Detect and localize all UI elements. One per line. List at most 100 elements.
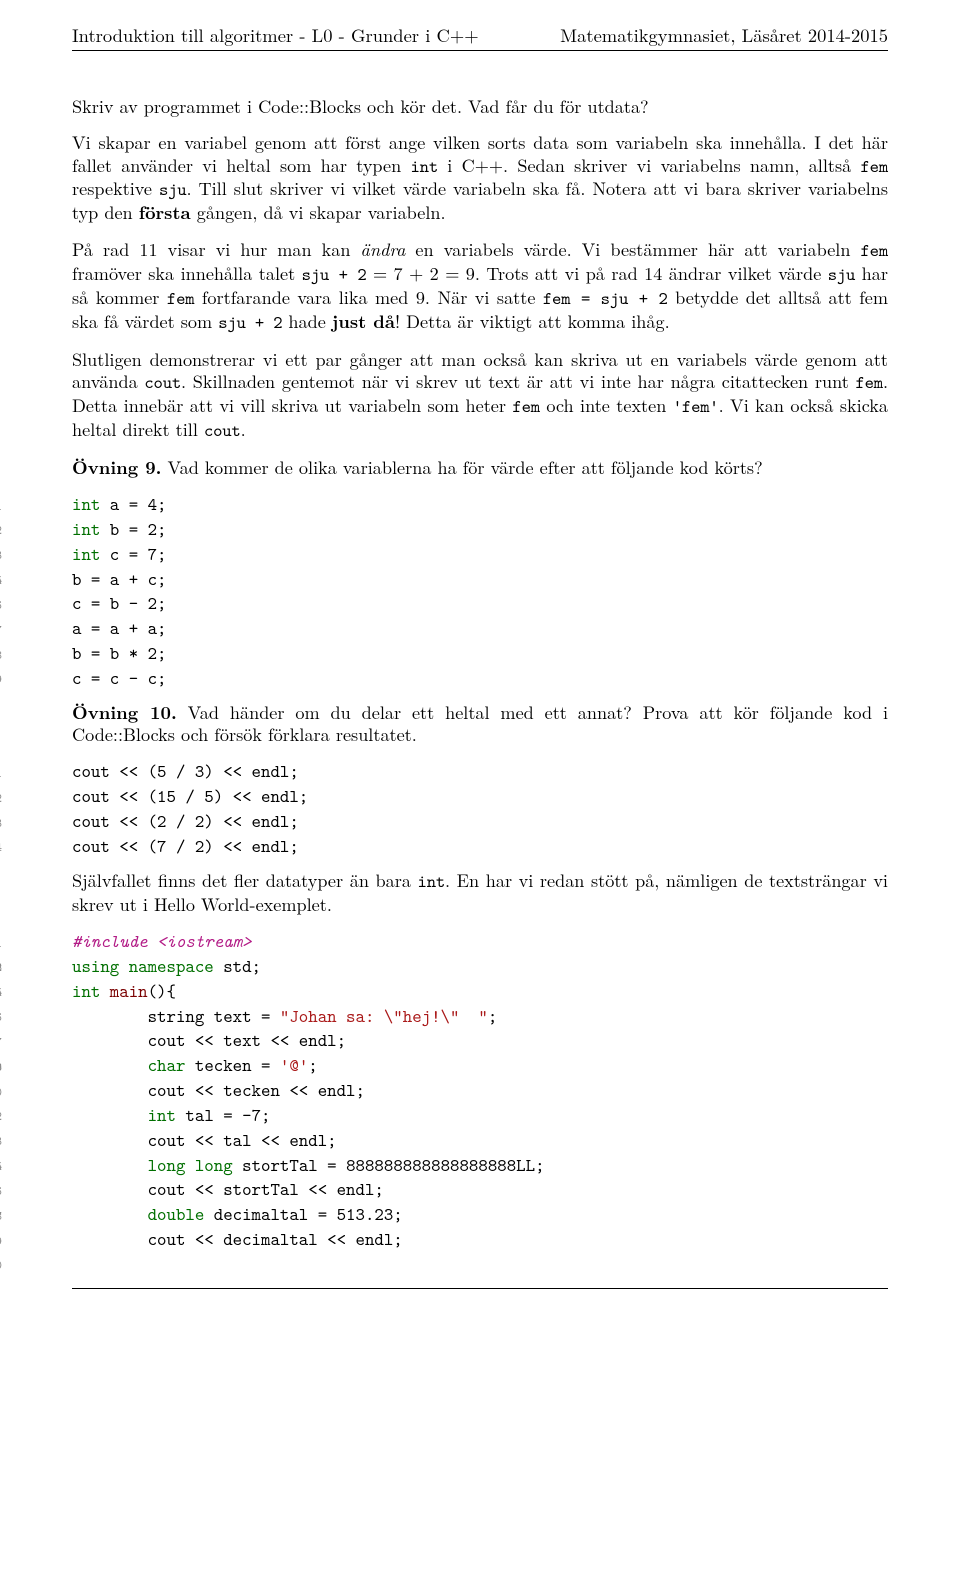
- code-block-2: 1cout << (5 / 3) << endl; 2cout << (15 /…: [12, 759, 888, 858]
- line-number: 3: [0, 809, 2, 831]
- line-number: 1: [0, 759, 2, 781]
- line-number: 6: [0, 1004, 2, 1026]
- code-text: std;: [214, 954, 261, 979]
- line-number: 16: [0, 1177, 2, 1199]
- text-italic: ändra: [361, 237, 406, 262]
- footer-rule: [72, 1288, 888, 1289]
- inline-code: fem: [167, 286, 194, 310]
- line-number: 5: [0, 979, 2, 1001]
- keyword: char: [148, 1053, 186, 1078]
- code-line: c = c - c;: [72, 666, 167, 691]
- line-number: 9: [0, 1053, 2, 1075]
- text: Självfallet finns det fler datatyper än …: [72, 867, 418, 893]
- text: och inte texten: [540, 392, 673, 418]
- text: .: [241, 416, 246, 442]
- page-body: Introduktion till algoritmer - L0 - Grun…: [72, 0, 888, 1337]
- line-number: 2: [0, 517, 2, 539]
- string-literal: "Johan sa: \"hej!\" ": [280, 1004, 488, 1029]
- code-line: cout << tal << endl;: [72, 1128, 337, 1153]
- text: en variabels värde. Vi bestämmer här att…: [405, 236, 860, 262]
- line-number: 9: [0, 666, 2, 688]
- indent: [72, 1153, 148, 1178]
- identifier: main: [100, 979, 147, 1004]
- code-line: b = a + c;: [72, 567, 167, 592]
- inline-code: int: [411, 154, 438, 178]
- code-line: cout << stortTal << endl;: [72, 1177, 384, 1202]
- indent: [72, 1053, 148, 1078]
- inline-code: sju: [828, 262, 855, 286]
- text: hade: [282, 308, 332, 334]
- text: . Skillnaden gentemot när vi skrev ut te…: [181, 368, 855, 394]
- line-number: 12: [0, 1103, 2, 1125]
- inline-code: cout: [204, 418, 241, 442]
- line-number: 8: [0, 641, 2, 663]
- indent: [72, 1202, 148, 1227]
- keyword: double: [148, 1202, 205, 1227]
- code-text: ;: [308, 1053, 317, 1078]
- line-number: 6: [0, 591, 2, 613]
- line-number: 3: [0, 542, 2, 564]
- line-number: 1: [0, 492, 2, 514]
- inline-code: cout: [144, 370, 181, 394]
- inline-code: sju + 2: [218, 310, 282, 334]
- text: = 7 + 2 = 9. Trots att vi på rad 14 ändr…: [367, 260, 828, 286]
- line-number: 18: [0, 1202, 2, 1224]
- line-number: 15: [0, 1153, 2, 1175]
- keyword: long long: [148, 1153, 233, 1178]
- inline-code: fem: [855, 370, 882, 394]
- code-text: stortTal = 888888888888888888LL;: [233, 1153, 545, 1178]
- line-number: 20: [0, 1252, 2, 1274]
- paragraph-5: Självfallet finns det fler datatyper än …: [72, 869, 888, 915]
- code-text: string text =: [72, 1004, 280, 1029]
- line-number: 1: [0, 929, 2, 951]
- line-number: 4: [0, 834, 2, 856]
- paragraph-3: På rad 11 visar vi hur man kan ändra en …: [72, 238, 888, 334]
- text: ! Detta är viktigt att komma ihåg.: [395, 308, 670, 334]
- keyword: int: [148, 1103, 176, 1128]
- line-number: 5: [0, 567, 2, 589]
- text: gången, då vi skapar variabeln.: [191, 199, 446, 225]
- line-number: 7: [0, 616, 2, 638]
- text-bold: just då: [332, 308, 395, 334]
- inline-code: 'fem': [673, 394, 719, 418]
- inline-code: fem: [512, 394, 539, 418]
- line-number: 13: [0, 1128, 2, 1150]
- paragraph-2: Vi skapar en variabel genom att först an…: [72, 131, 888, 224]
- code-line: cout << decimaltal << endl;: [72, 1227, 403, 1252]
- code-text: (){: [148, 979, 176, 1004]
- inline-code: sju: [159, 177, 186, 201]
- exercise-10: Övning 10. Vad händer om du delar ett he…: [72, 701, 888, 746]
- code-line: a = a + a;: [72, 616, 167, 641]
- inline-code: sju + 2: [302, 262, 367, 286]
- exercise-label: Övning 9.: [72, 454, 161, 480]
- line-number: 3: [0, 954, 2, 976]
- code-block-1: 1int a = 4; 2int b = 2; 3int c = 7; 4 5b…: [12, 492, 888, 691]
- code-text: decimaltal = 513.23;: [204, 1202, 402, 1227]
- page-header: Introduktion till algoritmer - L0 - Grun…: [72, 24, 888, 51]
- code-line: cout << (5 / 3) << endl;: [72, 759, 299, 784]
- header-left: Introduktion till algoritmer - L0 - Grun…: [72, 24, 479, 47]
- text: respektive: [72, 175, 159, 201]
- exercise-text: Vad kommer de olika variablerna ha för v…: [161, 454, 762, 480]
- keyword: int: [72, 979, 100, 1004]
- line-number: 19: [0, 1227, 2, 1249]
- line-number: 7: [0, 1028, 2, 1050]
- header-right: Matematikgymnasiet, Läsåret 2014-2015: [560, 24, 888, 47]
- inline-code: fem = sju + 2: [543, 286, 668, 310]
- char-literal: '@': [280, 1053, 308, 1078]
- text: framöver ska innehålla talet: [72, 260, 302, 286]
- exercise-9: Övning 9. Vad kommer de olika variablern…: [72, 456, 888, 478]
- line-number: 10: [0, 1078, 2, 1100]
- code-line: cout << text << endl;: [72, 1028, 346, 1053]
- code-line: c = b - 2;: [72, 591, 167, 616]
- text-bold: första: [139, 199, 191, 225]
- preprocessor: #include <iostream>: [72, 929, 252, 954]
- indent: [72, 1103, 148, 1128]
- paragraph-4: Slutligen demonstrerar vi ett par gånger…: [72, 348, 888, 442]
- code-text: tecken =: [185, 1053, 280, 1078]
- code-block-3: 1#include <iostream> 2 3using namespace …: [12, 929, 888, 1252]
- code-line: b = b * 2;: [72, 641, 167, 666]
- inline-code: fem: [861, 238, 888, 262]
- line-number: 2: [0, 784, 2, 806]
- inline-code: fem: [861, 154, 888, 178]
